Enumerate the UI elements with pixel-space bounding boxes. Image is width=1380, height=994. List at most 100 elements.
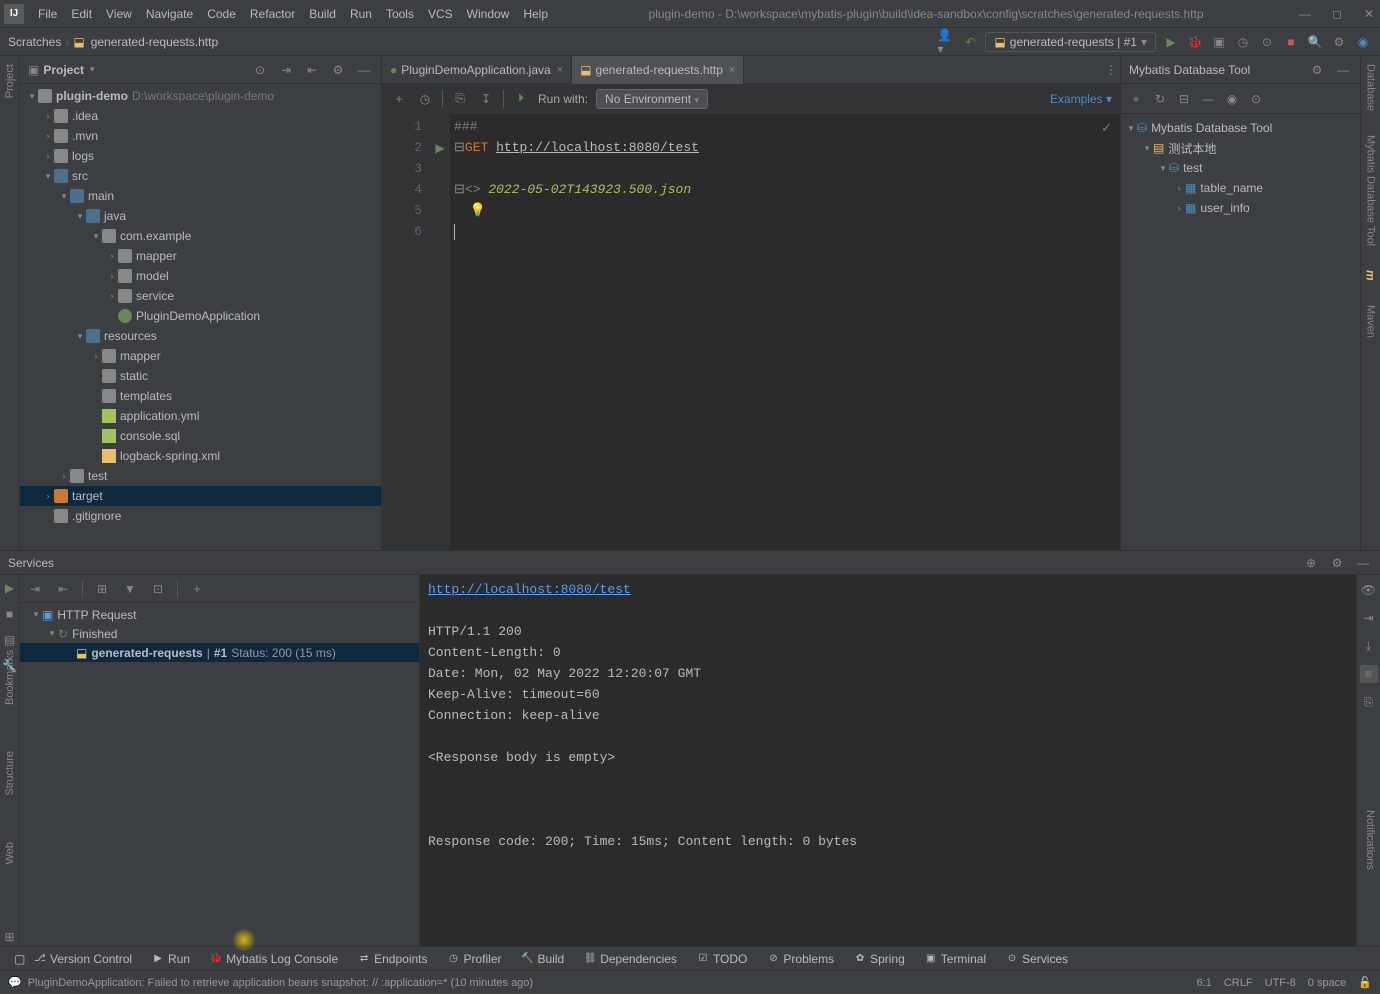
bottom-tab-spring[interactable]: ✿Spring [844, 947, 915, 971]
filter-icon[interactable]: ▼ [121, 580, 139, 598]
tab-plugindemoapp[interactable]: ● PluginDemoApplication.java × [382, 56, 572, 84]
add-icon[interactable]: + [188, 580, 206, 598]
expand-icon[interactable]: ⇥ [277, 61, 295, 79]
hide-icon[interactable]: — [355, 61, 373, 79]
mybatis-tool-tab[interactable]: Mybatis Database Tool [1365, 135, 1377, 246]
run-line-icon[interactable]: ▶ [430, 137, 450, 158]
svc-request[interactable]: ⬓ generated-requests | #1 Status: 200 (1… [20, 643, 419, 662]
settings-icon[interactable]: ⚙ [1308, 61, 1326, 79]
tree-item[interactable]: ›.idea [20, 106, 381, 126]
inspection-ok-icon[interactable]: ✓ [1101, 118, 1112, 139]
bottom-tab-todo[interactable]: ☑TODO [687, 947, 757, 971]
close-button[interactable]: ✕ [1362, 7, 1376, 21]
message-icon[interactable]: 💬 [8, 976, 22, 989]
bottom-tab-run[interactable]: ▶Run [142, 947, 200, 971]
examples-link[interactable]: Examples ▾ [1050, 92, 1112, 106]
close-icon[interactable]: × [729, 64, 735, 76]
tree-item[interactable]: .gitignore [20, 506, 381, 526]
run-all-icon[interactable]: ⏵ [512, 90, 530, 108]
tree-item[interactable]: ›mapper [20, 346, 381, 366]
db-datasource[interactable]: ▾▤测试本地 [1121, 138, 1360, 158]
settings-icon[interactable]: ⚙ [329, 61, 347, 79]
add-request-icon[interactable]: + [390, 90, 408, 108]
tree-item[interactable]: ▾java [20, 206, 381, 226]
menu-code[interactable]: Code [201, 5, 242, 23]
menu-view[interactable]: View [100, 5, 138, 23]
bottom-tab-services[interactable]: ⊙Services [996, 947, 1078, 971]
select-opened-icon[interactable]: ⊙ [251, 61, 269, 79]
tree-item[interactable]: ›test [20, 466, 381, 486]
tree-item[interactable]: ▾resources [20, 326, 381, 346]
menu-window[interactable]: Window [461, 5, 516, 23]
convert-icon[interactable]: ⎘ [451, 90, 469, 108]
tree-item[interactable]: ›mapper [20, 246, 381, 266]
tree-item[interactable]: ›service [20, 286, 381, 306]
services-tree[interactable]: ▾▣HTTP Request ▾↻Finished ⬓ generated-re… [20, 603, 419, 946]
history-icon[interactable]: ◷ [416, 90, 434, 108]
menu-navigate[interactable]: Navigate [140, 5, 199, 23]
menu-run[interactable]: Run [344, 5, 378, 23]
breadcrumb-root[interactable]: Scratches [8, 35, 61, 49]
tag-icon[interactable]: ⊡ [149, 580, 167, 598]
tab-generated-requests[interactable]: ⬓ generated-requests.http × [572, 56, 744, 84]
tree-item[interactable]: ›logs [20, 146, 381, 166]
tree-item[interactable]: console.sql [20, 426, 381, 446]
run-config-selector[interactable]: ⬓ generated-requests | #1 ▾ [985, 32, 1156, 52]
dropdown-icon[interactable]: ▾ [90, 64, 95, 75]
layout-icon[interactable]: ⊕ [1302, 554, 1320, 572]
db-schema[interactable]: ▾⛁test [1121, 158, 1360, 178]
menu-file[interactable]: File [32, 5, 63, 23]
bottom-tab-terminal[interactable]: ▣Terminal [915, 947, 996, 971]
menu-build[interactable]: Build [303, 5, 342, 23]
menu-tools[interactable]: Tools [380, 5, 420, 23]
coverage-button[interactable]: ▣ [1210, 33, 1228, 51]
tree-item[interactable]: PluginDemoApplication [20, 306, 381, 326]
database-tree[interactable]: ▾⛁Mybatis Database Tool ▾▤测试本地 ▾⛁test ›▦… [1121, 114, 1360, 550]
hide-icon[interactable]: — [1334, 61, 1352, 79]
bottom-tab-problems[interactable]: ⊘Problems [757, 947, 844, 971]
db-table[interactable]: ›▦user_info [1121, 198, 1360, 218]
breadcrumb-file[interactable]: generated-requests.http [91, 35, 218, 49]
structure-tool-tab[interactable]: Structure [4, 751, 16, 796]
copy-icon[interactable]: ⎘ [1360, 693, 1378, 711]
intention-bulb-icon[interactable]: 💡 [470, 203, 486, 218]
tree-item[interactable]: static [20, 366, 381, 386]
collapse-icon[interactable]: ⇤ [54, 580, 72, 598]
search-icon[interactable]: 🔍 [1306, 33, 1324, 51]
add-icon[interactable]: + [1127, 90, 1145, 108]
user-icon[interactable]: 👤▾ [937, 33, 955, 51]
tree-item[interactable]: ›.mvn [20, 126, 381, 146]
profile-button[interactable]: ◷ [1234, 33, 1252, 51]
filter-icon[interactable]: ⊟ [1175, 90, 1193, 108]
group-icon[interactable]: ⊞ [93, 580, 111, 598]
maximize-button[interactable]: ◻ [1330, 7, 1344, 21]
environment-selector[interactable]: No Environment ▾ [596, 89, 708, 109]
expand-icon[interactable]: ⇥ [26, 580, 44, 598]
refresh-icon[interactable]: ↻ [1151, 90, 1169, 108]
settings-icon[interactable]: ⚙ [1328, 554, 1346, 572]
db-table[interactable]: ›▦table_name [1121, 178, 1360, 198]
menu-vcs[interactable]: VCS [422, 5, 459, 23]
tree-item[interactable]: ▾src [20, 166, 381, 186]
tool-window-button[interactable]: ▢ [4, 947, 24, 971]
tree-item[interactable]: ›model [20, 266, 381, 286]
stop-button[interactable]: ■ [1282, 33, 1300, 51]
debug-button[interactable]: 🐞 [1186, 33, 1204, 51]
tree-root[interactable]: ▾ plugin-demo D:\workspace\plugin-demo [20, 86, 381, 106]
tab-menu-icon[interactable]: ⋮ [1102, 61, 1120, 79]
menu-edit[interactable]: Edit [65, 5, 98, 23]
bottom-tab-build[interactable]: 🔨Build [512, 947, 575, 971]
svc-root[interactable]: ▾▣HTTP Request [20, 605, 419, 624]
project-tree[interactable]: ▾ plugin-demo D:\workspace\plugin-demo ›… [20, 84, 381, 550]
indent[interactable]: 0 space [1308, 977, 1347, 989]
db-root[interactable]: ▾⛁Mybatis Database Tool [1121, 118, 1360, 138]
settings-icon[interactable]: ⚙ [1330, 33, 1348, 51]
bottom-tab-version-control[interactable]: ⎇Version Control [24, 947, 142, 971]
preview-icon[interactable]: 👁 [1360, 581, 1378, 599]
collapse-icon[interactable]: ⇤ [303, 61, 321, 79]
run-button[interactable]: ▶ [1162, 33, 1180, 51]
back-icon[interactable]: ↶ [961, 33, 979, 51]
database-tool-tab[interactable]: Database [1365, 64, 1377, 111]
cursor-position[interactable]: 6:1 [1197, 977, 1212, 989]
menu-refactor[interactable]: Refactor [244, 5, 301, 23]
